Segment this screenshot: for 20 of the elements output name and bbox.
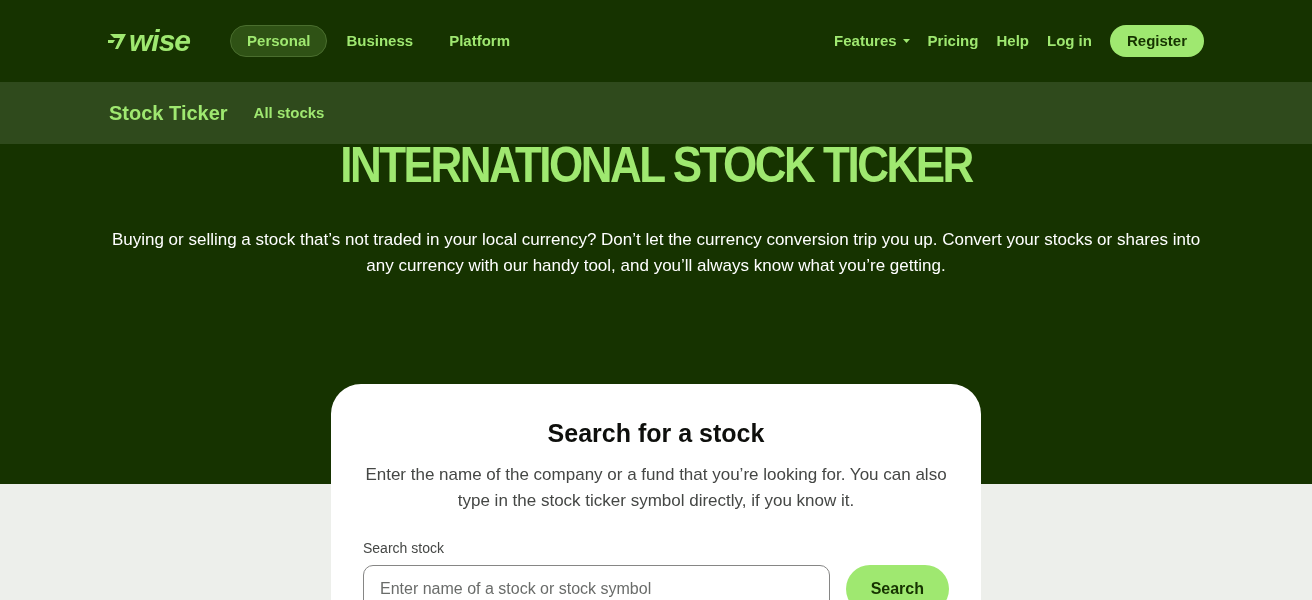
subnav-link[interactable]: All stocks [253, 101, 325, 125]
logo[interactable]: wise [129, 26, 191, 56]
nav-tab[interactable]: Personal [230, 25, 328, 57]
caret-icon [902, 39, 910, 43]
subnav-title: Stock Ticker [109, 101, 228, 126]
register-button[interactable]: Register [1109, 25, 1204, 57]
card-title: Search for a stock [547, 418, 765, 448]
search-field[interactable]: Enter name of a stock or stock symbol [363, 565, 830, 600]
features-menu[interactable]: Features [834, 29, 910, 53]
nav-link[interactable]: Help [996, 29, 1029, 53]
logo-flag-icon [108, 32, 128, 50]
nav-link[interactable]: Log in [1046, 29, 1092, 53]
card-description: Enter the name of the company or a fund that you’re looking for. You can also type in the stock ticker symbol directly, if you know it. [364, 464, 948, 512]
search-button[interactable]: Search [845, 565, 949, 600]
field-label: Search stock [363, 539, 445, 558]
nav-link[interactable]: Pricing [927, 29, 979, 53]
hero-description: Buying or selling a stock that’s not traded in your local currency? Don’t let the currency conversion trip you up. Convert your stocks or shares into any currency with our handy tool, and you’ll always know what you’re getting. [110, 229, 1202, 277]
hero-title: INTERNATIONAL STOCK TICKER [340, 142, 972, 188]
nav-tab[interactable]: Business [329, 25, 431, 57]
nav-tab[interactable]: Platform [432, 25, 527, 57]
